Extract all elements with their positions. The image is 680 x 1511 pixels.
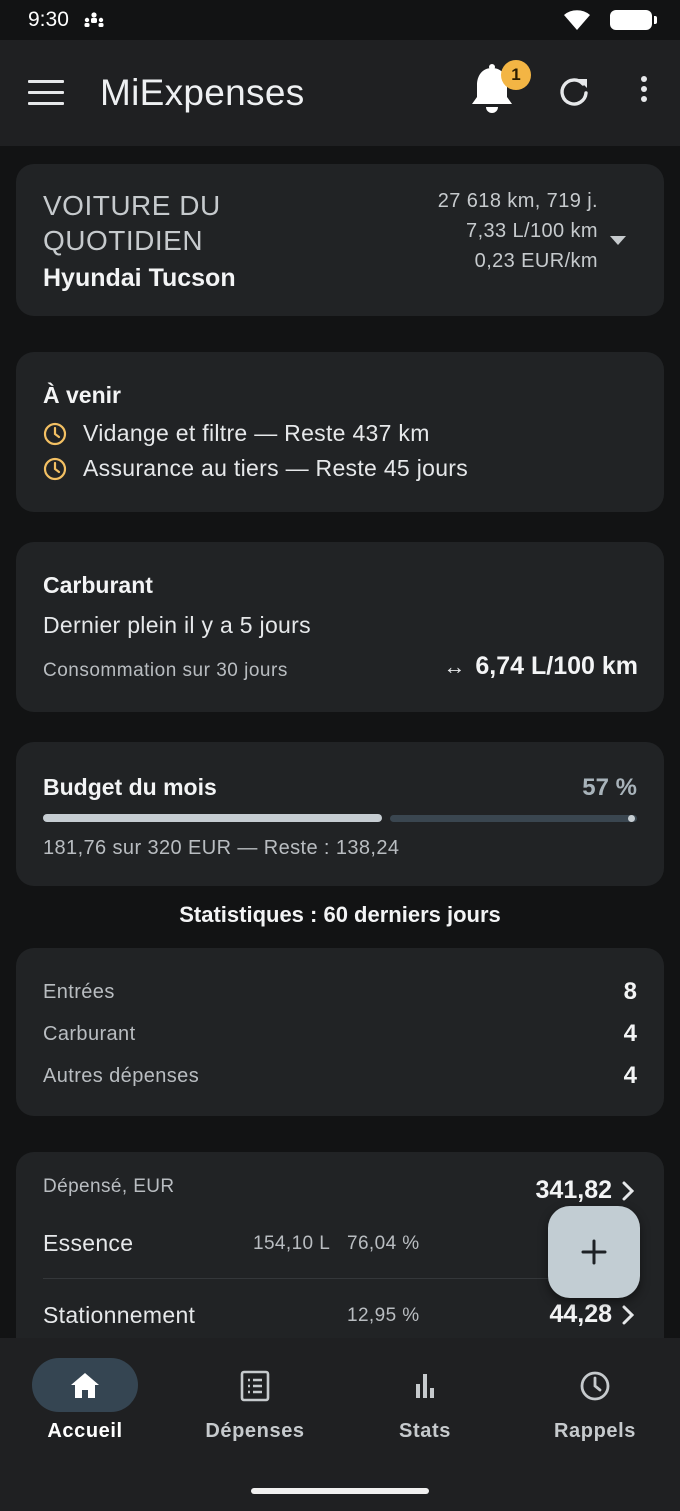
category-name: Stationnement [43,1302,196,1328]
status-right [562,9,657,31]
bar-chart-icon [416,1374,434,1398]
clock-icon [580,1371,610,1401]
vehicle-model: Hyundai Tucson [43,264,236,292]
vehicle-stats: 27 618 km, 719 j. 7,33 L/100 km 0,23 EUR… [438,186,598,276]
people-notification-icon [84,12,104,27]
app-bar: MiExpenses 1 [0,40,680,146]
battery-icon [610,10,657,30]
progress-fill [43,814,382,822]
count-label: Autres dépenses [43,1064,200,1087]
chevron-right-icon [622,1305,634,1324]
fuel-consumption: ↔ 6,74 L/100 km [443,652,638,681]
count-value: 4 [623,1020,637,1047]
plus-icon [581,1239,607,1265]
nav-label: Stats [399,1420,451,1442]
count-row: Entrées 8 [43,978,637,1006]
add-expense-button[interactable] [548,1206,640,1298]
reminder-item[interactable]: Vidange et filtre — Reste 437 km [43,420,430,447]
spent-total-button[interactable]: 341,82 [536,1176,634,1205]
clock-icon [43,422,67,445]
nav-label: Rappels [553,1420,636,1442]
app-title: MiExpenses [100,72,305,113]
status-time: 9:30 [28,8,69,31]
progress-end-dot [628,815,635,822]
reminder-item[interactable]: Assurance au tiers — Reste 45 jours [43,455,468,482]
category-row[interactable]: Stationnement 12,95 % 44,28 [43,1296,634,1336]
category-row[interactable]: Essence 154,10 L 76,04 % 25 [43,1224,634,1264]
notifications-button[interactable]: 1 [468,60,531,124]
menu-button[interactable] [28,80,64,106]
spent-total-value: 341,82 [535,1176,612,1204]
more-icon-dot [641,86,647,92]
stats-header: Statistiques : 60 derniers jours [179,902,501,927]
count-value: 8 [623,978,637,1005]
stats-counts-card: Entrées 8 Carburant 4 Autres dépenses 4 [16,948,664,1116]
bottom-navigation: Accueil Dépenses Stats Rappels [0,1338,680,1511]
progress-track [390,815,637,822]
menu-icon-line [28,102,64,105]
count-label: Carburant [43,1022,136,1045]
vehicle-cost-per-km: 0,23 EUR/km [474,250,598,272]
more-icon-dot [641,76,647,82]
fuel-last-fill: Dernier plein il y a 5 jours [43,612,311,638]
spent-label: Dépensé, EUR [43,1176,175,1197]
home-indicator [251,1488,429,1494]
upcoming-title: À venir [43,382,121,408]
count-row: Autres dépenses 4 [43,1062,637,1090]
budget-progress-bar [43,814,637,824]
nav-item-expenses[interactable]: Dépenses [170,1358,340,1458]
budget-title: Budget du mois [43,774,217,800]
dropdown-arrow-icon[interactable] [610,236,626,245]
chevron-right-icon [622,1181,634,1200]
category-name: Essence [43,1230,134,1256]
fuel-card[interactable]: Carburant Dernier plein il y a 5 jours C… [16,542,664,712]
left-right-arrow-icon: ↔ [443,653,466,679]
budget-detail: 181,76 sur 320 EUR — Reste : 138,24 [43,837,400,859]
nav-item-home[interactable]: Accueil [0,1358,170,1458]
budget-card[interactable]: Budget du mois 57 % 181,76 sur 320 EUR —… [16,742,664,886]
nav-label: Dépenses [205,1420,305,1442]
row-divider [43,1278,634,1279]
fuel-title: Carburant [43,572,153,598]
budget-percent: 57 % [582,774,637,801]
count-row: Carburant 4 [43,1020,637,1048]
fuel-consumption-value: 6,74 L/100 km [475,652,638,680]
vehicle-distance-age: 27 618 km, 719 j. [437,190,598,212]
vehicle-name: VOITURE DU QUOTIDIEN [43,190,221,256]
home-icon [71,1373,99,1398]
notification-badge: 1 [501,60,531,90]
reminder-label: Assurance au tiers — Reste 45 jours [83,455,469,481]
menu-icon-line [28,91,64,94]
more-icon-dot [641,96,647,102]
nav-item-stats[interactable]: Stats [340,1358,510,1458]
category-amount-value: 44,28 [549,1300,612,1328]
upcoming-card[interactable]: À venir Vidange et filtre — Reste 437 km… [16,352,664,512]
refresh-icon[interactable] [556,74,592,110]
count-value: 4 [623,1062,637,1089]
clock-icon [43,457,67,480]
list-icon [240,1370,270,1402]
fuel-consumption-label: Consommation sur 30 jours [43,660,288,681]
menu-icon-line [28,80,64,83]
more-options-button[interactable] [632,76,656,112]
status-bar: 9:30 [0,0,680,40]
wifi-icon [564,10,590,30]
category-percent: 12,95 % [347,1305,420,1326]
category-amount: 44,28 [549,1300,634,1329]
nav-label: Accueil [47,1420,123,1442]
category-percent: 76,04 % [347,1233,420,1254]
vehicle-card[interactable]: VOITURE DU QUOTIDIEN Hyundai Tucson 27 6… [16,164,664,316]
reminder-label: Vidange et filtre — Reste 437 km [83,420,430,446]
status-left: 9:30 [28,8,105,32]
category-liters: 154,10 L [253,1233,331,1254]
nav-item-reminders[interactable]: Rappels [510,1358,680,1458]
vehicle-consumption: 7,33 L/100 km [466,220,598,242]
count-label: Entrées [43,980,115,1003]
